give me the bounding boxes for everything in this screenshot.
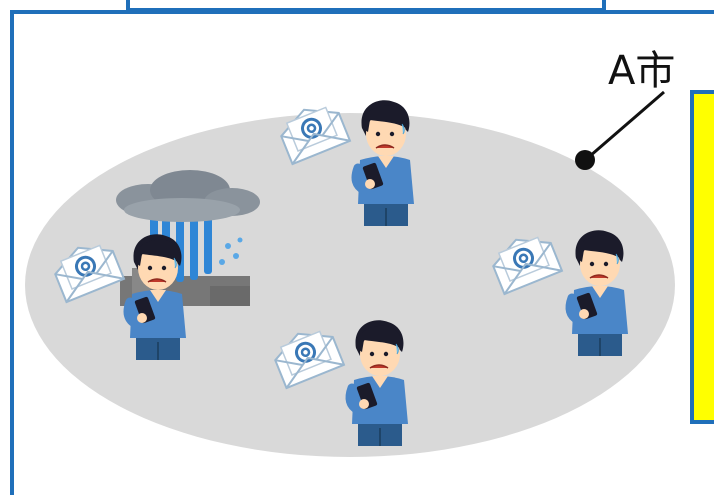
city-alert-diagram: A市 xyxy=(10,0,714,495)
top-tab xyxy=(126,0,606,12)
pointer-dot-icon xyxy=(575,150,595,170)
city-label: A市 xyxy=(608,48,675,94)
note-box xyxy=(690,90,714,424)
person-with-phone-icon xyxy=(128,234,186,360)
person-with-phone-icon xyxy=(350,320,408,446)
person-with-phone-icon xyxy=(570,230,628,356)
person-with-phone-icon xyxy=(356,100,414,226)
